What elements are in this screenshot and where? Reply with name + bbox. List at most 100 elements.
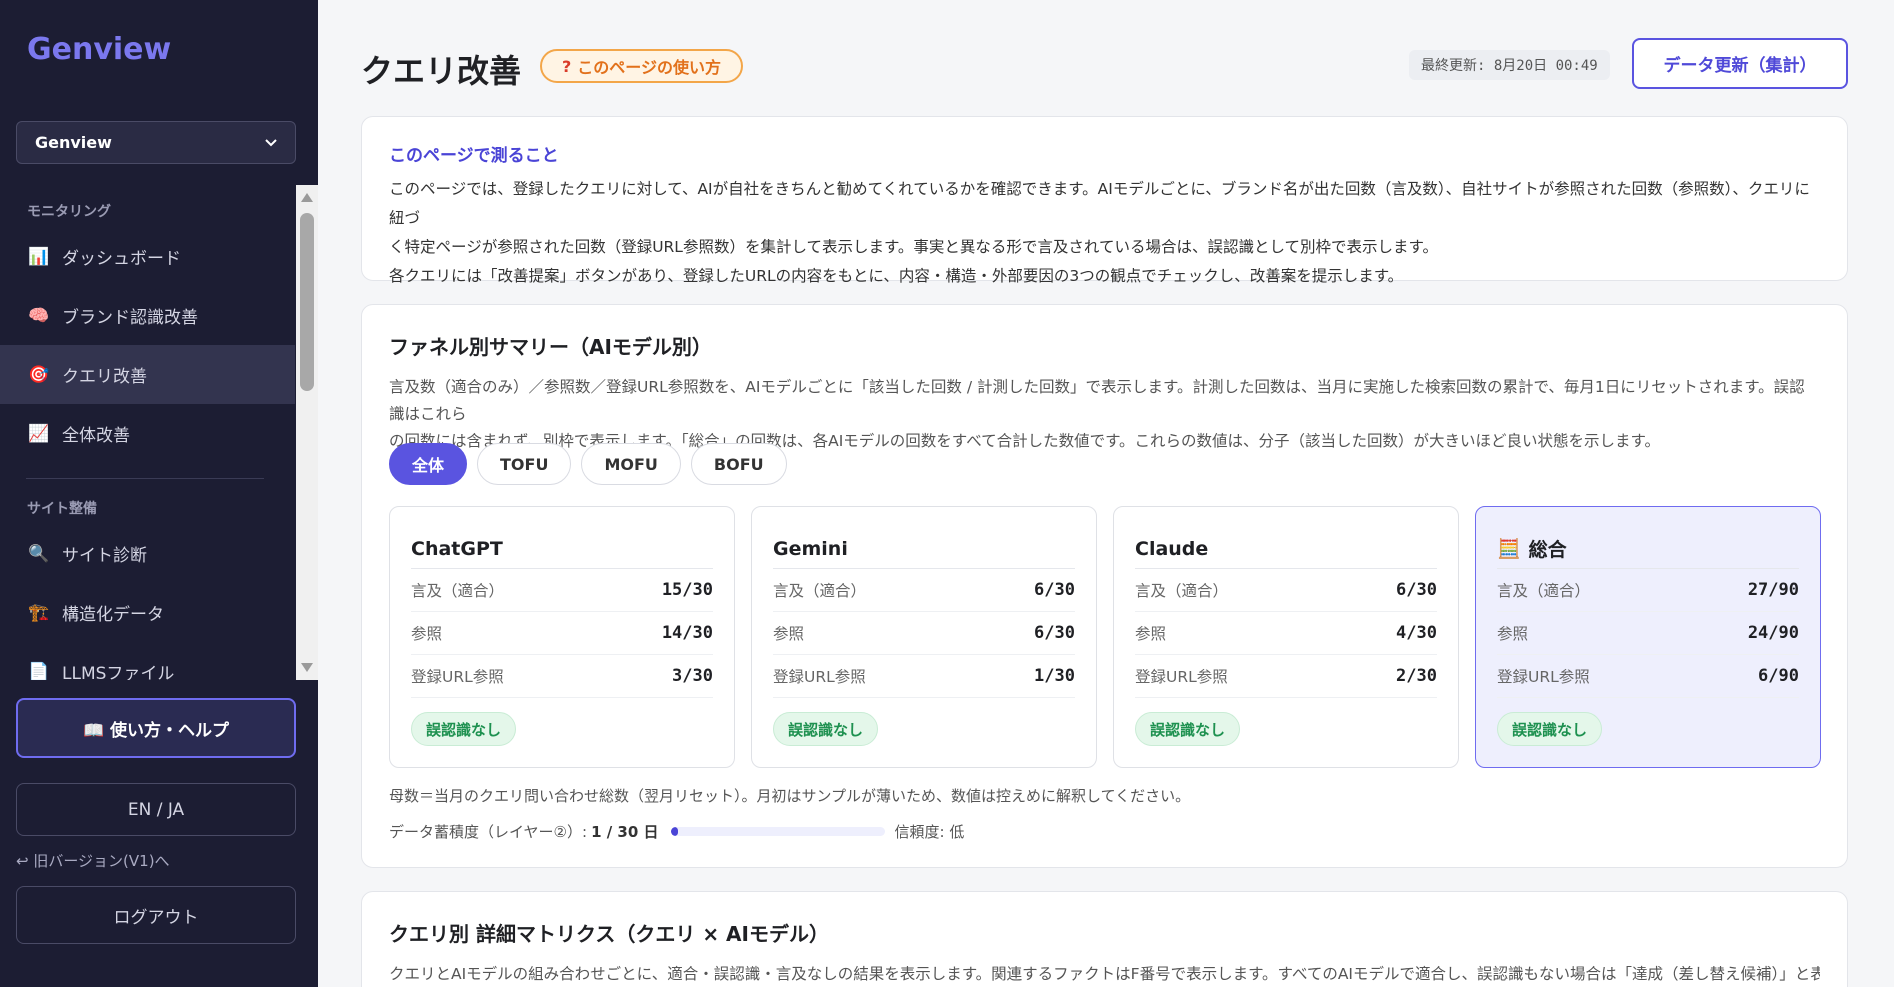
metric-label: 参照 — [1135, 625, 1167, 643]
metric-row-reference: 参照 6/30 — [773, 612, 1075, 655]
progress-fill — [670, 827, 678, 836]
sidebar-nav: モニタリング 📊 ダッシュボード 🧠 ブランド認識改善 🎯 クエリ改善 📈 全体… — [0, 185, 318, 680]
metric-value: 6/30 — [1034, 623, 1075, 643]
brand-logo[interactable]: Genview — [27, 32, 171, 67]
about-title: このページで測ること — [389, 146, 559, 166]
brain-icon: 🧠 — [28, 305, 50, 326]
model-name-row: 🧮 総合 — [1497, 529, 1799, 569]
sidebar-item-dashboard[interactable]: 📊 ダッシュボード — [0, 227, 295, 286]
status-badge: 誤認識なし — [1135, 712, 1241, 746]
sidebar-item-structured-data[interactable]: 🏗️ 構造化データ — [0, 583, 295, 642]
metric-label: 登録URL参照 — [1497, 668, 1590, 686]
status-badge: 誤認識なし — [1497, 712, 1603, 746]
metric-row-mention: 言及（適合） 6/30 — [773, 569, 1075, 612]
language-toggle-button[interactable]: EN / JA — [16, 783, 296, 836]
tab-bofu[interactable]: BOFU — [690, 443, 787, 485]
scroll-up-arrow-icon[interactable] — [301, 193, 313, 202]
about-line: 各クエリには「改善提案」ボタンがあり、登録したURLの内容をもとに、内容・構造・… — [389, 267, 1404, 285]
model-card-chatgpt: ChatGPT 言及（適合） 15/30 参照 14/30 登録URL参照 3/30 … — [389, 506, 735, 768]
about-text: このページでは、登録したクエリに対して、AIが自社をきちんと勧めてくれているかを… — [389, 175, 1820, 291]
sidebar-item-overall-improvement[interactable]: 📈 全体改善 — [0, 404, 295, 463]
tab-tofu[interactable]: TOFU — [477, 443, 572, 485]
metric-label: 言及（適合） — [1135, 582, 1229, 600]
metric-value: 6/30 — [1396, 580, 1437, 600]
tab-all[interactable]: 全体 — [389, 443, 468, 485]
last-updated-timestamp: 最終更新: 8月20日 00:49 — [1409, 50, 1610, 80]
accumulation-progress-bar — [670, 827, 885, 836]
workspace-select[interactable]: Genview — [16, 121, 296, 164]
sidebar-item-llms-file[interactable]: 📄 LLMSファイル — [0, 642, 295, 681]
bar-chart-icon: 📊 — [28, 246, 50, 267]
status-badge: 誤認識なし — [773, 712, 879, 746]
metric-label: 言及（適合） — [411, 582, 505, 600]
metric-value: 3/30 — [672, 666, 713, 686]
metric-value: 15/30 — [661, 580, 713, 600]
sidebar: Genview Genview モニタリング 📊 ダッシュボード 🧠 ブランド認… — [0, 0, 318, 987]
construction-icon: 🏗️ — [28, 602, 50, 623]
sidebar-item-brand-recognition[interactable]: 🧠 ブランド認識改善 — [0, 286, 295, 345]
scroll-down-arrow-icon[interactable] — [301, 663, 313, 672]
status-badge: 誤認識なし — [411, 712, 517, 746]
sidebar-item-label: ブランド認識改善 — [62, 308, 198, 328]
refresh-data-button[interactable]: データ更新（集計） — [1632, 38, 1848, 89]
about-card: このページで測ること このページでは、登録したクエリに対して、AIが自社をきちん… — [361, 116, 1848, 285]
funnel-desc-line: 言及数（適合のみ）／参照数／登録URL参照数を、AIモデルごとに「該当した回数 … — [389, 378, 1805, 423]
about-line: く特定ページが参照された回数（登録URL参照数）を集計して表示します。事実と異な… — [389, 238, 1438, 256]
sidebar-item-query-improvement[interactable]: 🎯 クエリ改善 — [0, 345, 295, 404]
metric-value: 6/90 — [1758, 666, 1799, 686]
metric-value: 1/30 — [1034, 666, 1075, 686]
metric-row-mention: 言及（適合） 6/30 — [1135, 569, 1437, 612]
accumulation-label: データ蓄積度（レイヤー②）: — [389, 823, 588, 841]
model-name: Gemini — [773, 529, 1075, 569]
metric-row-reference: 参照 4/30 — [1135, 612, 1437, 655]
page-help-button[interactable]: ? このページの使い方 — [540, 49, 743, 83]
data-accumulation: データ蓄積度（レイヤー②）: 1 / 30 日 信頼度: 低 — [389, 821, 964, 842]
metric-label: 参照 — [411, 625, 443, 643]
funnel-title: ファネル別サマリー（AIモデル別） — [389, 335, 712, 359]
model-name: Claude — [1135, 529, 1437, 569]
old-version-link[interactable]: ↩ 旧バージョン(V1)へ — [16, 850, 170, 871]
matrix-description: クエリとAIモデルの組み合わせごとに、適合・誤認識・言及なしの結果を表示します。… — [389, 965, 1820, 983]
nav-section-site: サイト整備 — [27, 501, 97, 517]
metric-value: 4/30 — [1396, 623, 1437, 643]
magnifier-icon: 🔍 — [28, 543, 50, 564]
question-icon: ? — [562, 56, 572, 76]
model-name: 総合 — [1528, 539, 1567, 561]
metric-value: 2/30 — [1396, 666, 1437, 686]
metric-label: 言及（適合） — [773, 582, 867, 600]
about-line: このページでは、登録したクエリに対して、AIが自社をきちんと勧めてくれているかを… — [389, 180, 1810, 227]
metric-row-url-reference: 登録URL参照 3/30 — [411, 655, 713, 698]
model-cards: ChatGPT 言及（適合） 15/30 参照 14/30 登録URL参照 3/30 … — [389, 506, 1821, 768]
sidebar-item-label: ダッシュボード — [62, 249, 181, 269]
sidebar-item-label: 構造化データ — [62, 605, 164, 625]
help-button[interactable]: 📖 使い方・ヘルプ — [16, 698, 296, 758]
metric-label: 登録URL参照 — [1135, 668, 1228, 686]
metric-row-url-reference: 登録URL参照 1/30 — [773, 655, 1075, 698]
main-content: クエリ改善 ? このページの使い方 最終更新: 8月20日 00:49 データ更… — [318, 0, 1894, 987]
sidebar-item-label: LLMSファイル — [62, 664, 175, 680]
sidebar-item-label: クエリ改善 — [62, 367, 147, 387]
funnel-footnote: 母数＝当月のクエリ問い合わせ総数（翌月リセット）。月初はサンプルが薄いため、数値… — [389, 787, 1191, 805]
metric-row-mention: 言及（適合） 27/90 — [1497, 569, 1799, 612]
metric-value: 14/30 — [661, 623, 713, 643]
reliability-label: 信頼度: 低 — [894, 823, 965, 841]
matrix-title: クエリ別 詳細マトリクス（クエリ × AIモデル） — [389, 922, 829, 946]
model-card-total: 🧮 総合 言及（適合） 27/90 参照 24/90 登録URL参照 6/90 誤認識… — [1475, 506, 1821, 768]
funnel-summary-card: ファネル別サマリー（AIモデル別） 言及数（適合のみ）／参照数／登録URL参照数… — [361, 304, 1848, 868]
metric-label: 登録URL参照 — [773, 668, 866, 686]
model-card-claude: Claude 言及（適合） 6/30 参照 4/30 登録URL参照 2/30 誤認識… — [1113, 506, 1459, 768]
tab-mofu[interactable]: MOFU — [581, 443, 681, 485]
model-name: ChatGPT — [411, 529, 713, 569]
scrollbar-thumb[interactable] — [300, 213, 314, 391]
funnel-tabs: 全体 TOFU MOFU BOFU — [389, 443, 787, 485]
target-icon: 🎯 — [28, 364, 50, 385]
query-matrix-card: クエリ別 詳細マトリクス（クエリ × AIモデル） クエリとAIモデルの組み合わ… — [361, 891, 1848, 987]
model-card-gemini: Gemini 言及（適合） 6/30 参照 6/30 登録URL参照 1/30 誤認識… — [751, 506, 1097, 768]
chevron-down-icon — [265, 138, 277, 146]
sidebar-item-site-diagnosis[interactable]: 🔍 サイト診断 — [0, 524, 295, 583]
sidebar-scrollbar[interactable] — [296, 185, 318, 680]
logout-button[interactable]: ログアウト — [16, 886, 296, 944]
metric-value: 24/90 — [1747, 623, 1799, 643]
abacus-icon: 🧮 — [1497, 538, 1521, 560]
workspace-select-label: Genview — [35, 133, 112, 152]
